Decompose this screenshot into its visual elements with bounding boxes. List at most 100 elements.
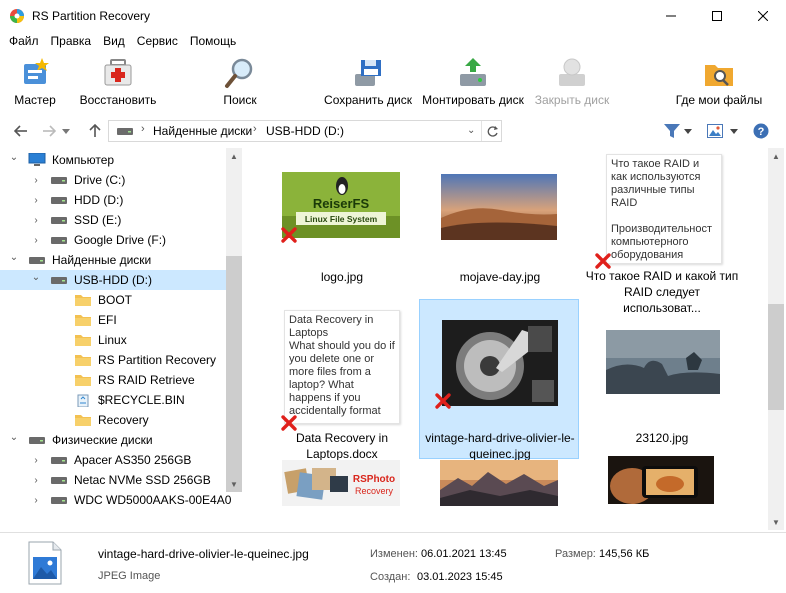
chevron-right-icon[interactable]: ›	[30, 214, 42, 226]
chevron-right-icon[interactable]: ›	[30, 194, 42, 206]
scroll-down-icon[interactable]: ▼	[768, 514, 784, 530]
chevron-right-icon[interactable]: ›	[30, 174, 42, 186]
view-mode-button[interactable]	[704, 120, 726, 142]
help-icon: ?	[753, 123, 769, 139]
breadcrumb-found-disks[interactable]: Найденные диски	[153, 124, 252, 138]
phone-photo-thumbnail	[608, 456, 714, 504]
drive-icon	[51, 497, 67, 504]
where-my-files-button[interactable]: Где мои файлы	[674, 56, 764, 108]
drive-icon	[51, 477, 67, 484]
file-tile[interactable]: Data Recovery in Laptops What should you…	[262, 300, 422, 461]
chevron-right-icon[interactable]: ›	[30, 454, 42, 466]
folder-icon	[75, 315, 91, 326]
wizard-button[interactable]: Мастер	[8, 56, 62, 108]
minimize-button[interactable]	[648, 0, 694, 32]
chevron-down-icon[interactable]: ⌄	[8, 151, 20, 163]
file-tile[interactable]	[582, 446, 742, 530]
file-tile[interactable]: Что такое RAID и как используются различ…	[582, 154, 742, 315]
scroll-up-icon[interactable]: ▲	[226, 148, 242, 164]
tree-item[interactable]: › Netac NVMe SSD 256GB	[0, 470, 226, 490]
tree-item-label: Найденные диски	[52, 253, 152, 267]
search-button[interactable]: Поиск	[218, 56, 262, 108]
close-button[interactable]	[740, 0, 786, 32]
save-disk-button[interactable]: Сохранить диск	[322, 56, 414, 108]
mount-disk-button[interactable]: Монтировать диск	[420, 56, 526, 108]
file-caption: 23120.jpg	[635, 431, 689, 445]
tree-item[interactable]: ⌄ Компьютер	[0, 150, 226, 170]
selected-file-name: vintage-hard-drive-olivier-le-queinec.jp…	[98, 547, 309, 561]
menu-file[interactable]: Файл	[3, 32, 45, 52]
tree-item[interactable]: $RECYCLE.BIN	[0, 390, 226, 410]
file-tile[interactable]: RSPhoto Recovery	[262, 446, 422, 530]
file-tile[interactable]: vintage-hard-drive-olivier-le-queinec.jp…	[419, 299, 579, 461]
save-disk-label: Сохранить диск	[324, 93, 412, 107]
back-button[interactable]	[10, 120, 32, 142]
tree-item-label: Netac NVMe SSD 256GB	[74, 473, 211, 487]
drive-icon	[117, 128, 133, 135]
tree-item[interactable]: RS Partition Recovery	[0, 350, 226, 370]
forward-button[interactable]	[38, 120, 60, 142]
file-tile[interactable]: mojave-day.jpg	[420, 154, 580, 314]
close-disk-button[interactable]: Закрыть диск	[534, 56, 610, 108]
chevron-down-icon[interactable]: ⌄	[8, 431, 20, 443]
tree-item[interactable]: › Google Drive (F:)	[0, 230, 226, 250]
tree-item[interactable]: ⌄ Физические диски	[0, 430, 226, 450]
tree-item[interactable]: RS RAID Retrieve	[0, 370, 226, 390]
tree-item[interactable]: ⌄ Найденные диски	[0, 250, 226, 270]
tree-item[interactable]: › SSD (E:)	[0, 210, 226, 230]
chevron-right-icon[interactable]: ›	[30, 234, 42, 246]
drive-icon	[51, 457, 67, 464]
file-tile[interactable]: 23120.jpg	[582, 300, 742, 460]
tree-scroll-thumb[interactable]	[226, 256, 242, 492]
restore-label: Восстановить	[79, 93, 157, 107]
mount-disk-label: Монтировать диск	[422, 93, 524, 107]
deleted-mark-icon	[281, 227, 297, 243]
chevron-right-icon[interactable]: ›	[30, 474, 42, 486]
tree-item[interactable]: BOOT	[0, 290, 226, 310]
restore-button[interactable]: Восстановить	[78, 56, 158, 108]
file-grid-scroll-thumb[interactable]	[768, 304, 784, 410]
breadcrumb-separator-icon: ›	[253, 123, 257, 135]
chevron-right-icon[interactable]: ›	[30, 494, 42, 506]
menu-edit[interactable]: Правка	[45, 32, 98, 52]
folder-search-icon	[705, 65, 733, 86]
tree-item[interactable]: › WDC WD5000AAKS-00E4A0	[0, 490, 231, 510]
refresh-icon[interactable]	[486, 125, 499, 138]
mountains-thumbnail	[440, 460, 558, 506]
file-tile[interactable]: ReiserFS Linux File System logo.jpg	[262, 154, 422, 314]
tree-item[interactable]: Recovery	[0, 410, 226, 430]
menu-view[interactable]: Вид	[97, 32, 131, 52]
maximize-button[interactable]	[694, 0, 740, 32]
breadcrumb-usb-hdd[interactable]: USB-HDD (D:)	[266, 124, 344, 138]
tree-item[interactable]: EFI	[0, 310, 226, 330]
chevron-down-icon[interactable]: ⌄	[8, 251, 20, 263]
menu-tools[interactable]: Сервис	[131, 32, 184, 52]
address-bar[interactable]: › Найденные диски › USB-HDD (D:) ⌄	[108, 120, 502, 142]
scroll-down-icon[interactable]: ▼	[226, 476, 242, 492]
history-dropdown[interactable]	[60, 120, 72, 142]
deleted-mark-icon	[435, 393, 451, 409]
document-preview: Что такое RAID и как используются различ…	[606, 154, 722, 264]
scroll-up-icon[interactable]: ▲	[768, 148, 784, 164]
tree-item[interactable]: Linux	[0, 330, 226, 350]
filter-dropdown[interactable]	[682, 120, 694, 142]
window-title: RS Partition Recovery	[32, 9, 151, 23]
tree-scrollbar[interactable]: ▲ ▼	[226, 148, 242, 492]
tree-item[interactable]: › Apacer AS350 256GB	[0, 450, 226, 470]
address-dropdown-icon[interactable]: ⌄	[467, 125, 475, 136]
address-divider	[481, 121, 482, 141]
tree-item[interactable]: › Drive (C:)	[0, 170, 226, 190]
file-tile[interactable]	[420, 446, 580, 530]
tree-item[interactable]: ⌄ USB-HDD (D:)	[0, 270, 226, 290]
up-button[interactable]	[84, 120, 106, 142]
computer-icon	[28, 153, 46, 166]
menu-help[interactable]: Помощь	[184, 32, 242, 52]
tree-item[interactable]: › HDD (D:)	[0, 190, 226, 210]
help-button[interactable]: ?	[750, 120, 772, 142]
filter-button[interactable]	[662, 120, 682, 142]
chevron-down-icon[interactable]: ⌄	[30, 271, 42, 283]
save-disk-icon	[355, 60, 381, 86]
view-mode-dropdown[interactable]	[728, 120, 740, 142]
search-icon	[225, 58, 253, 88]
file-grid-scrollbar[interactable]: ▲ ▼	[768, 148, 784, 530]
